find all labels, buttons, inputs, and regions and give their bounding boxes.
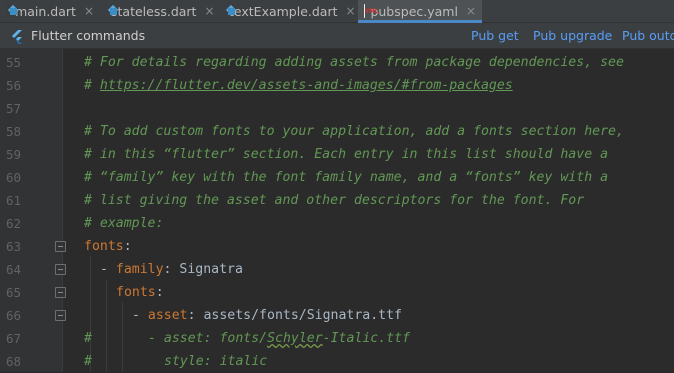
yaml-colon: : [187,308,204,323]
fold-toggle-icon[interactable] [55,287,66,298]
yaml-value: Signatra [179,262,243,277]
yaml-key: fonts [116,285,156,300]
comment-hash: # [84,78,100,93]
code-line: 66 - asset: assets/fonts/Signatra.ttf [0,304,674,327]
pub-outdated-link[interactable]: Pub outda [622,23,674,48]
list-dash: - [132,308,148,323]
code-line: 58 # To add custom fonts to your applica… [0,120,674,143]
comment-text: # “family” key with the font family name… [84,170,609,185]
yaml-file-icon: YML [364,4,379,18]
tab-label: main.dart [15,3,76,19]
yaml-key: family [115,262,164,277]
code-line: 67 # - asset: fonts/Schyler-Italic.ttf [0,327,674,350]
close-icon[interactable]: × [346,4,356,18]
code-editor[interactable]: 55 # For details regarding adding assets… [0,49,674,372]
tab-label: stateless.dart [111,3,197,19]
code-line: 62 # example: [0,212,674,235]
dart-file-icon [6,4,18,18]
code-line: 55 # For details regarding adding assets… [0,51,674,74]
close-icon[interactable]: × [466,4,476,18]
line-number: 57 [5,101,21,116]
line-number: 56 [5,78,21,93]
line-number: 55 [5,55,21,70]
flutter-icon [11,29,23,44]
line-number: 67 [5,331,21,346]
line-number: 65 [5,285,21,300]
line-number: 58 [5,124,21,139]
comment-hash: # [84,354,92,369]
code-line: 68 # style: italic [0,350,674,373]
tab-label: pubspec.yaml [370,3,458,19]
line-number: 63 [5,239,21,254]
flutter-commands-title: Flutter commands [31,28,146,43]
yml-badge: YML [365,8,379,15]
line-number: 60 [5,170,21,185]
comment-text: style: italic [164,354,268,369]
url-link[interactable]: https://flutter.dev/assets-and-images/#f… [100,78,513,93]
close-icon[interactable]: × [204,4,214,18]
yaml-key: asset [147,308,188,323]
tab-main-dart[interactable]: main.dart × [0,0,100,22]
comment-text: - asset: fonts/ [148,331,268,346]
line-number: 62 [5,216,21,231]
code-line: 56 # https://flutter.dev/assets-and-imag… [0,74,674,97]
pub-upgrade-link[interactable]: Pub upgrade [533,23,612,48]
line-number: 61 [5,193,21,208]
comment-text: # list giving the asset and other descri… [84,193,585,208]
tab-pubspec-yaml[interactable]: YML pubspec.yaml × [358,0,482,23]
flutter-commands-bar: Flutter commands Pub get Pub upgrade Pub… [0,23,674,49]
line-number: 68 [5,354,21,369]
tab-textexample-dart[interactable]: textExample.dart × [218,0,356,22]
comment-text: # in this “flutter” section. Each entry … [84,147,609,162]
fold-toggle-icon[interactable] [55,264,66,275]
list-dash: - [100,262,116,277]
yaml-colon: : [123,239,132,254]
line-number: 59 [5,147,21,162]
editor-tab-bar: main.dart × stateless.dart × textExample… [0,0,674,23]
line-number: 66 [5,308,21,323]
yaml-colon: : [155,285,164,300]
code-line: 65 fonts: [0,281,674,304]
comment-text: # To add custom fonts to your applicatio… [84,124,624,139]
code-line: 64 - family: Signatra [0,258,674,281]
code-line: 63 fonts: [0,235,674,258]
yaml-value: assets/fonts/Signatra.ttf [203,308,402,323]
line-number: 64 [5,262,21,277]
fold-toggle-icon[interactable] [55,310,66,321]
yaml-key: fonts [84,239,124,254]
code-line: 59 # in this “flutter” section. Each ent… [0,143,674,166]
comment-text: -Italic.ttf [322,331,411,346]
code-line: 57 [0,97,674,120]
tab-label: textExample.dart [229,3,338,19]
code-line: 60 # “family” key with the font family n… [0,166,674,189]
spellcheck-word: Schyler [267,331,323,346]
code-line: 61 # list giving the asset and other des… [0,189,674,212]
close-icon[interactable]: × [84,4,94,18]
tab-stateless-dart[interactable]: stateless.dart × [100,0,218,22]
pub-get-link[interactable]: Pub get [471,23,519,48]
yaml-colon: : [163,262,180,277]
comment-hash: # [84,331,92,346]
comment-text: # example: [84,216,164,231]
comment-text: # For details regarding adding assets fr… [84,55,624,70]
fold-toggle-icon[interactable] [55,241,66,252]
